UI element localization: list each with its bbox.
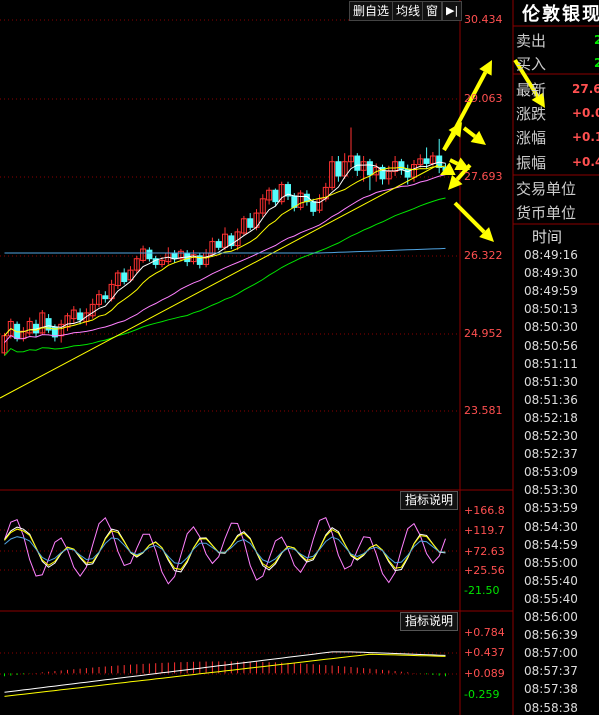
candle-down <box>404 168 411 178</box>
indicator-axis-label: -21.50 <box>464 584 500 597</box>
indicator-axis-label: +25.56 <box>464 564 505 577</box>
sell-label: 卖出 <box>516 32 547 50</box>
candle-down <box>121 272 128 283</box>
tick-time: 08:53:30 <box>524 483 578 498</box>
price-label: 26.322 <box>464 249 503 262</box>
ma30-line <box>4 197 446 357</box>
price-label: 30.434 <box>464 13 503 26</box>
tick-time: 08:53:59 <box>524 501 578 516</box>
indicator-axis-label: +0.784 <box>464 626 505 639</box>
tick-time: 08:52:18 <box>524 410 578 425</box>
buy-label: 买入 <box>516 55 547 73</box>
arrow-shaft <box>449 158 459 166</box>
indicator-axis-label: +166.8 <box>464 504 505 517</box>
tick-time: 08:51:30 <box>524 374 578 389</box>
tick-time: 08:49:59 <box>524 284 578 299</box>
candle-down <box>77 312 84 321</box>
price-label: 24.952 <box>464 327 503 340</box>
change-label: 涨跌 <box>516 105 547 123</box>
tick-time: 08:54:59 <box>524 537 578 552</box>
tick-time: 08:57:38 <box>524 682 578 697</box>
tick-time: 08:53:09 <box>524 465 578 480</box>
change-value: +0.0 <box>572 106 599 120</box>
candle-down <box>247 218 254 228</box>
arrow-shaft <box>462 126 477 139</box>
currency-unit-label: 货币单位 <box>516 204 577 222</box>
last-label: 最新 <box>516 81 547 99</box>
instrument-title: 伦敦银现 <box>522 4 599 25</box>
tick-time: 08:57:37 <box>524 664 578 679</box>
price-label: 23.581 <box>464 404 503 417</box>
tick-time: 08:52:37 <box>524 447 578 462</box>
candle-down <box>215 241 222 248</box>
play-forward-icon[interactable]: ▶| <box>442 1 463 21</box>
candle-down <box>310 201 317 212</box>
trend-line <box>0 164 439 399</box>
indicator-axis-label: +119.7 <box>464 524 505 537</box>
indicator-axis-label: +0.437 <box>464 646 505 659</box>
dea-line <box>4 653 446 697</box>
tick-time: 08:55:40 <box>524 591 578 606</box>
delete-watchlist-button[interactable]: 删自选 <box>349 1 394 21</box>
buy-value: 2 <box>594 56 599 70</box>
tick-time: 08:49:16 <box>524 248 578 262</box>
candle-down <box>366 161 373 176</box>
indicator-axis-label: -0.259 <box>464 688 500 701</box>
price-label: 29.063 <box>464 92 503 105</box>
cci-line <box>4 516 446 585</box>
tick-time: 08:55:40 <box>524 573 578 588</box>
sell-value: 2 <box>594 33 599 47</box>
tick-time: 08:51:36 <box>524 392 578 407</box>
kline-chart-canvas[interactable] <box>0 0 599 715</box>
price-label: 27.693 <box>464 170 503 183</box>
arrow-shaft <box>453 201 486 234</box>
change-pct-label: 涨幅 <box>516 129 547 147</box>
candle-down <box>272 189 279 203</box>
tick-time: 08:50:30 <box>524 320 578 335</box>
candle-down <box>146 249 153 260</box>
tick-time: 08:54:30 <box>524 519 578 534</box>
candle-down <box>171 252 178 260</box>
tick-time: 08:56:00 <box>524 610 578 624</box>
candle-down <box>423 158 430 164</box>
trade-unit-label: 交易单位 <box>516 180 577 198</box>
candle-down <box>102 295 109 300</box>
last-value: 27.6 <box>572 82 599 96</box>
amplitude-label: 振幅 <box>516 154 547 172</box>
change-pct-value: +0.1 <box>572 130 599 144</box>
ma-toggle-button[interactable]: 均线 <box>392 1 425 21</box>
window-button[interactable]: 窗 <box>422 1 443 21</box>
arrow-head <box>440 162 456 175</box>
ticks-header: 时间 <box>532 228 563 246</box>
tick-time: 08:51:11 <box>524 356 578 371</box>
tick-time: 08:50:56 <box>524 338 578 353</box>
candle-down <box>354 155 361 171</box>
tick-time: 08:50:13 <box>524 302 578 317</box>
ma20-line <box>4 174 446 343</box>
tick-time: 08:57:00 <box>524 646 578 661</box>
amplitude-value: +0.4 <box>572 155 599 169</box>
indicator-help-button[interactable]: 指标说明 <box>400 612 459 631</box>
tick-time: 08:49:30 <box>524 266 578 281</box>
tick-time: 08:52:30 <box>524 429 578 443</box>
indicator-axis-label: +72.63 <box>464 545 505 558</box>
indicator-help-button[interactable]: 指标说明 <box>400 491 459 510</box>
candle-down <box>335 161 342 177</box>
indicator-axis-label: +0.089 <box>464 667 505 680</box>
tick-time: 08:56:39 <box>524 628 578 643</box>
tick-time: 08:55:00 <box>524 555 578 570</box>
tick-time: 08:58:38 <box>524 700 578 715</box>
